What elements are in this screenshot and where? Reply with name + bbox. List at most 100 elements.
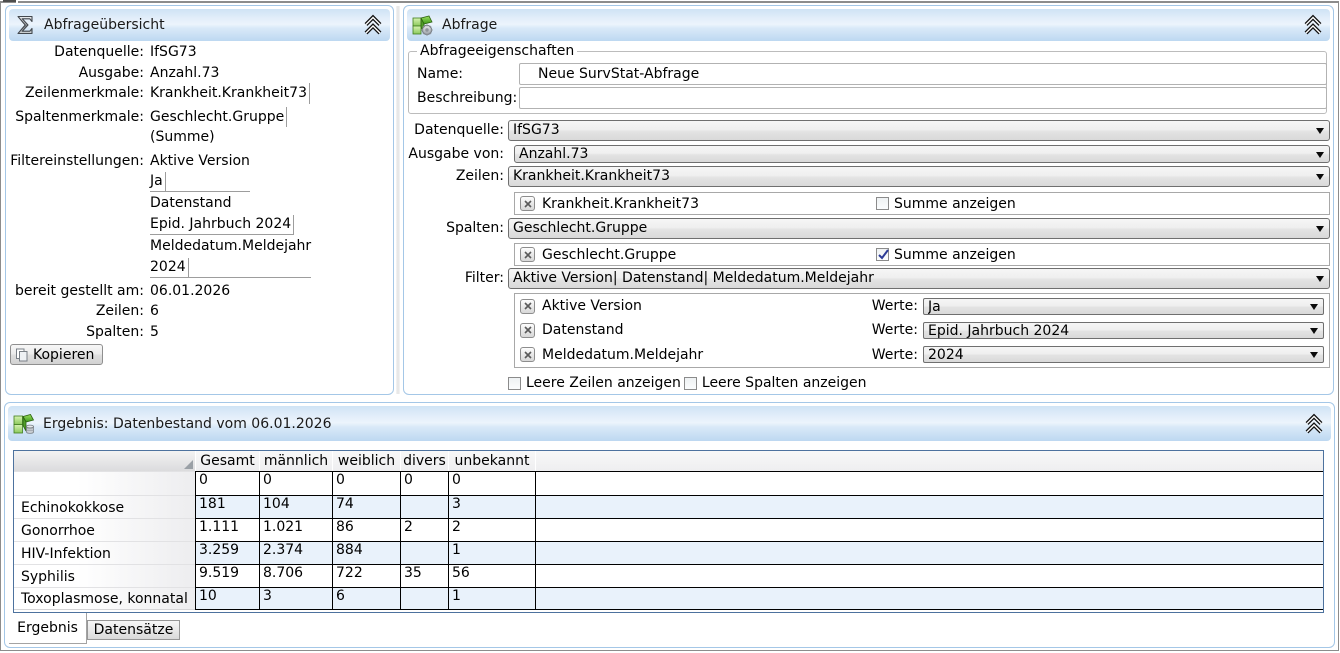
overview-panel-title: Abfrageübersicht: [44, 17, 165, 33]
pivot-column-header[interactable]: unbekannt: [448, 451, 535, 471]
pivot-column-header[interactable]: männlich: [259, 451, 332, 471]
pivot-cell[interactable]: 1: [448, 587, 535, 610]
rows-select[interactable]: Krankheit.Krankheit73: [508, 166, 1330, 187]
pivot-cell-filler: [535, 495, 1323, 518]
columns-sum-checkbox[interactable]: [876, 248, 889, 261]
pivot-cell[interactable]: 1.111: [195, 518, 259, 541]
remove-filter-button[interactable]: [520, 299, 535, 314]
pivot-row-header[interactable]: Syphilis: [14, 564, 195, 587]
pivot-cell[interactable]: 1: [448, 541, 535, 564]
collapse-query-icon[interactable]: [1302, 14, 1324, 36]
remove-filter-button[interactable]: [520, 347, 535, 362]
pivot-row-header[interactable]: Toxoplasmose, konnatal: [14, 587, 195, 610]
output-select-wrap: Anzahl.73: [514, 145, 1330, 163]
werte-label: Werte:: [870, 345, 918, 365]
pivot-cell[interactable]: 3: [259, 587, 332, 610]
pivot-cell[interactable]: 35: [400, 564, 448, 587]
top-tab-gap: [16, 0, 18, 3]
pivot-corner-cell[interactable]: [14, 451, 195, 471]
pivot-cell[interactable]: 6: [332, 587, 400, 610]
fieldset-legend: Abfrageeigenschaften: [417, 42, 577, 61]
filter-value-select[interactable]: Epid. Jahrbuch 2024: [923, 322, 1324, 339]
pivot-cell[interactable]: 2.374: [259, 541, 332, 564]
vertical-splitter[interactable]: [396, 6, 400, 394]
filter-value-select-wrap: Ja: [923, 298, 1324, 315]
pivot-cell[interactable]: 2: [400, 518, 448, 541]
copy-icon: [15, 348, 29, 362]
pivot-column-header[interactable]: Gesamt: [195, 451, 259, 471]
collapse-overview-icon[interactable]: [362, 14, 384, 36]
pivot-cell[interactable]: 0: [400, 471, 448, 495]
filters-label: Filtereinstellungen:: [10, 152, 144, 281]
pivot-cell[interactable]: 2: [448, 518, 535, 541]
pivot-cell[interactable]: 74: [332, 495, 400, 518]
filter-value-select[interactable]: 2024: [923, 346, 1324, 363]
pivot-table: Gesamt männlich weiblich divers unbekann…: [14, 451, 1323, 610]
pivot-cell[interactable]: 0: [195, 471, 259, 495]
rows-sum-checkbox[interactable]: [876, 197, 889, 210]
pivot-row-header[interactable]: Echinokokkose: [14, 495, 195, 518]
description-input[interactable]: [519, 87, 1327, 109]
filter-select[interactable]: Aktive Version| Datenstand| Meldedatum.M…: [508, 268, 1330, 289]
pivot-column-header[interactable]: divers: [400, 451, 448, 471]
columns-select[interactable]: Geschlecht.Gruppe: [508, 218, 1330, 239]
pivot-cell[interactable]: 181: [195, 495, 259, 518]
rows-label: Zeilen:: [408, 166, 504, 187]
pivot-cell[interactable]: 9.519: [195, 564, 259, 587]
field-label: Datenquelle:: [10, 42, 144, 63]
name-input[interactable]: [519, 63, 1327, 85]
overview-field-row: (Summe): [10, 127, 391, 148]
pivot-cell[interactable]: 1.021: [259, 518, 332, 541]
pivot-cell[interactable]: 56: [448, 564, 535, 587]
pivot-column-header[interactable]: weiblich: [332, 451, 400, 471]
tab-ergebnis[interactable]: Ergebnis: [9, 613, 87, 644]
empty-rows-checkbox[interactable]: [508, 377, 521, 390]
pivot-row-header[interactable]: Gonorrhoe: [14, 518, 195, 541]
output-select[interactable]: Anzahl.73: [514, 145, 1330, 163]
filter-chip-row: Datenstand Werte: Epid. Jahrbuch 2024: [515, 318, 1329, 342]
pivot-cell[interactable]: 0: [448, 471, 535, 495]
tab-datensaetze[interactable]: Datensätze: [87, 620, 180, 640]
pivot-cell[interactable]: 3: [448, 495, 535, 518]
field-value: Krankheit.Krankheit73: [150, 83, 310, 104]
remove-filter-button[interactable]: [520, 323, 535, 338]
overview-panel-header[interactable]: Abfrageübersicht: [9, 9, 390, 41]
query-icon: [412, 14, 434, 36]
pivot-cell[interactable]: [400, 495, 448, 518]
filter-chip-box: Aktive Version Werte: Ja Datenstand Wert…: [514, 293, 1330, 368]
empty-cols-checkbox[interactable]: [684, 377, 697, 390]
corner-resize-icon: [184, 460, 193, 469]
result-panel: Ergebnis: Datenbestand vom 06.01.2026 Ge…: [4, 402, 1335, 648]
pivot-cell[interactable]: [400, 541, 448, 564]
overview-meta-row: Spalten:5: [10, 322, 391, 343]
pivot-cell[interactable]: 86: [332, 518, 400, 541]
pivot-cell[interactable]: 0: [332, 471, 400, 495]
remove-columns-attribute-button[interactable]: [520, 247, 535, 262]
rows-select-wrap: Krankheit.Krankheit73: [508, 166, 1330, 187]
copy-button[interactable]: Kopieren: [10, 344, 103, 365]
pivot-cell[interactable]: [400, 587, 448, 610]
pivot-cell[interactable]: 10: [195, 587, 259, 610]
pivot-cell[interactable]: 0: [259, 471, 332, 495]
collapse-result-icon[interactable]: [1303, 413, 1325, 435]
pivot-cell[interactable]: 8.706: [259, 564, 332, 587]
pivot-cell[interactable]: 884: [332, 541, 400, 564]
query-panel-header[interactable]: Abfrage: [407, 9, 1330, 41]
pivot-cell-filler: [535, 587, 1323, 610]
result-panel-header[interactable]: Ergebnis: Datenbestand vom 06.01.2026: [8, 406, 1331, 441]
pivot-cell[interactable]: 722: [332, 564, 400, 587]
pivot-cell[interactable]: 3.259: [195, 541, 259, 564]
filter-entry: Meldedatum.Meldejahr2024: [150, 237, 311, 278]
empty-cols-label: Leere Spalten anzeigen: [702, 375, 867, 391]
filter-value-select[interactable]: Ja: [923, 298, 1324, 315]
pivot-cell-filler: [535, 518, 1323, 541]
filter-value: 2024: [150, 258, 189, 277]
pivot-row-header[interactable]: [14, 471, 195, 495]
meta-label: Spalten:: [10, 322, 144, 343]
overview-field-row: Spaltenmerkmale:Geschlecht.Gruppe: [10, 107, 391, 128]
datasource-select[interactable]: IfSG73: [508, 120, 1330, 141]
pivot-row-header[interactable]: HIV-Infektion: [14, 541, 195, 564]
remove-rows-attribute-button[interactable]: [520, 196, 535, 211]
pivot-cell[interactable]: 104: [259, 495, 332, 518]
result-panel-title: Ergebnis: Datenbestand vom 06.01.2026: [43, 416, 331, 432]
